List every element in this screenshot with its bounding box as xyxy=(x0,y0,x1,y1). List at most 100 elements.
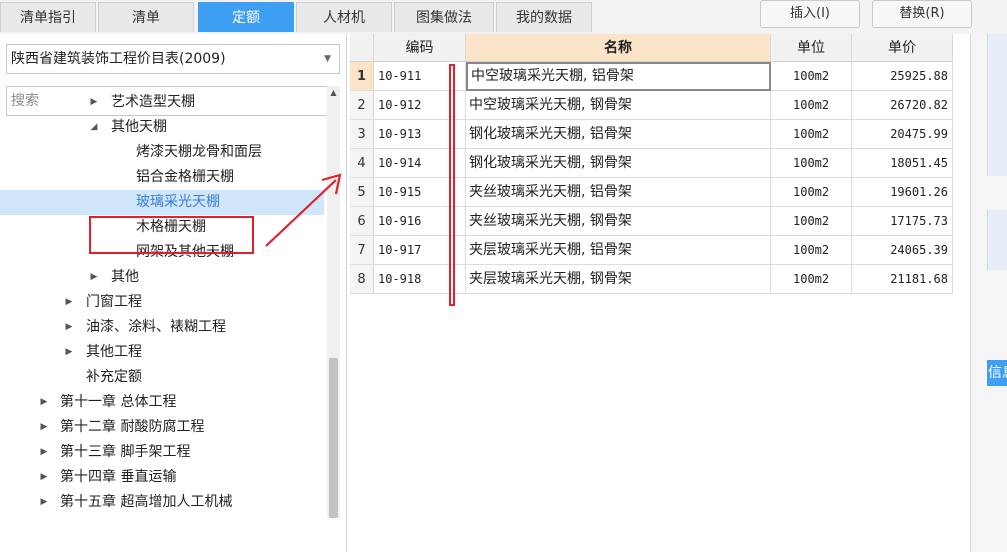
row-number[interactable]: 3 xyxy=(350,120,374,149)
quota-tree: ▶ 艺术造型天棚 ◢ 其他天棚 烤漆天棚龙骨和面层 铝合金格栅天棚 玻璃采光天棚 木格栅天棚网… xyxy=(0,86,328,518)
row-number[interactable]: 7 xyxy=(350,236,374,265)
cell-unit[interactable]: 100m2 xyxy=(771,120,852,149)
cell-unit[interactable]: 100m2 xyxy=(771,265,852,294)
tree-node-label: 其他工程 xyxy=(86,344,142,360)
cell-unit[interactable]: 100m2 xyxy=(771,178,852,207)
tree-node[interactable]: ▶ 第十五章 超高增加人工机械 xyxy=(0,490,324,515)
cell-price[interactable]: 24065.39 xyxy=(852,236,953,265)
cell-price[interactable]: 20475.99 xyxy=(852,120,953,149)
cell-price[interactable]: 17175.73 xyxy=(852,207,953,236)
info-tab[interactable]: 信息 xyxy=(987,360,1007,386)
cell-name[interactable]: 夹层玻璃采光天棚, 钢骨架 xyxy=(466,265,771,294)
right-side-panel: 信息 xyxy=(970,34,1007,552)
collapsed-arrow-icon[interactable]: ▶ xyxy=(38,415,50,440)
tree-node[interactable]: ▶ 油漆、涂料、裱糊工程 xyxy=(0,315,324,340)
cell-unit[interactable]: 100m2 xyxy=(771,62,852,91)
cell-name[interactable]: 中空玻璃采光天棚, 钢骨架 xyxy=(466,91,771,120)
row-number[interactable]: 1 xyxy=(350,62,374,91)
replace-button[interactable]: 替换(R) xyxy=(872,0,972,28)
annotation-highlight-bar xyxy=(449,64,455,306)
row-number[interactable]: 6 xyxy=(350,207,374,236)
side-panel-region xyxy=(987,34,1007,176)
tab-quota[interactable]: 定额 xyxy=(198,2,294,32)
tree-node-label: 其他天棚 xyxy=(111,119,167,135)
tree-node[interactable]: ▶ 第十二章 耐酸防腐工程 xyxy=(0,415,324,440)
tree-node-label: 艺术造型天棚 xyxy=(111,94,195,110)
cell-price[interactable]: 19601.26 xyxy=(852,178,953,207)
cell-unit[interactable]: 100m2 xyxy=(771,236,852,265)
collapsed-arrow-icon[interactable]: ▶ xyxy=(38,490,50,515)
column-header-price[interactable]: 单价 xyxy=(852,34,953,62)
tree-node[interactable]: ▶ 其他 xyxy=(0,265,324,290)
tree-node[interactable]: ▶ 艺术造型天棚 xyxy=(0,90,324,115)
tree-node[interactable]: ▶ 第十四章 垂直运输 xyxy=(0,465,324,490)
column-header-code[interactable]: 编码 xyxy=(374,34,466,62)
library-select[interactable]: 陕西省建筑装饰工程价目表(2009) ▼ xyxy=(6,44,340,74)
cell-name[interactable]: 钢化玻璃采光天棚, 钢骨架 xyxy=(466,149,771,178)
library-select-value: 陕西省建筑装饰工程价目表(2009) xyxy=(11,51,226,67)
cell-unit[interactable]: 100m2 xyxy=(771,91,852,120)
chevron-down-icon[interactable]: ▼ xyxy=(324,45,331,73)
collapsed-arrow-icon[interactable]: ▶ xyxy=(38,390,50,415)
collapsed-arrow-icon[interactable]: ▶ xyxy=(38,440,50,465)
row-number[interactable]: 5 xyxy=(350,178,374,207)
collapsed-arrow-icon[interactable]: ▶ xyxy=(88,90,100,115)
row-number-header xyxy=(350,34,374,62)
cell-price[interactable]: 26720.82 xyxy=(852,91,953,120)
expanded-arrow-icon[interactable]: ◢ xyxy=(88,115,100,140)
tab-my-data[interactable]: 我的数据 xyxy=(496,2,592,32)
tree-node-label: 第十一章 总体工程 xyxy=(60,394,177,410)
tree-node[interactable]: ▶ 第十三章 脚手架工程 xyxy=(0,440,324,465)
collapsed-arrow-icon[interactable]: ▶ xyxy=(63,315,75,340)
cell-name[interactable]: 夹丝玻璃采光天棚, 铝骨架 xyxy=(466,178,771,207)
cell-price[interactable]: 21181.68 xyxy=(852,265,953,294)
tree-node-label: 其他 xyxy=(111,269,139,285)
row-number[interactable]: 8 xyxy=(350,265,374,294)
tab-atlas[interactable]: 图集做法 xyxy=(394,2,494,32)
side-panel-region xyxy=(987,210,1007,270)
cell-name[interactable]: 钢化玻璃采光天棚, 铝骨架 xyxy=(466,120,771,149)
tree-node[interactable]: ▶ 第十一章 总体工程 xyxy=(0,390,324,415)
row-number[interactable]: 2 xyxy=(350,91,374,120)
quota-grid: 编码 名称 单位 单价 1 10-911 中空玻璃采光天棚, 铝骨架 100m2 259… xyxy=(350,34,970,552)
cell-name[interactable]: 夹丝玻璃采光天棚, 钢骨架 xyxy=(466,207,771,236)
cell-name[interactable]: 中空玻璃采光天棚, 铝骨架 xyxy=(466,62,771,91)
scroll-up-icon[interactable]: ▲ xyxy=(327,86,340,100)
column-header-unit[interactable]: 单位 xyxy=(771,34,852,62)
tree-node[interactable]: ▶ 其他工程 xyxy=(0,340,324,365)
tree-node-label: 烤漆天棚龙骨和面层 xyxy=(136,144,262,160)
tree-node-label: 第十五章 超高增加人工机械 xyxy=(60,494,233,510)
cell-price[interactable]: 25925.88 xyxy=(852,62,953,91)
tree-node[interactable]: ▶ 门窗工程 xyxy=(0,290,324,315)
cell-unit[interactable]: 100m2 xyxy=(771,149,852,178)
cell-name[interactable]: 夹层玻璃采光天棚, 铝骨架 xyxy=(466,236,771,265)
tree-node[interactable]: 玻璃采光天棚 xyxy=(0,190,324,215)
tree-node-label: 门窗工程 xyxy=(86,294,142,310)
cell-unit[interactable]: 100m2 xyxy=(771,207,852,236)
collapsed-arrow-icon[interactable]: ▶ xyxy=(38,465,50,490)
tab-guide[interactable]: 清单指引 xyxy=(0,2,96,32)
tree-node-label: 补充定额 xyxy=(86,369,142,385)
tab-materials[interactable]: 人材机 xyxy=(296,2,392,32)
tree-node-label: 第十二章 耐酸防腐工程 xyxy=(60,419,205,435)
row-number[interactable]: 4 xyxy=(350,149,374,178)
tree-node[interactable]: ◢ 其他天棚 xyxy=(0,115,324,140)
tree-node-label: 第十三章 脚手架工程 xyxy=(60,444,191,460)
collapsed-arrow-icon[interactable]: ▶ xyxy=(88,265,100,290)
tab-bill[interactable]: 清单 xyxy=(98,2,194,32)
annotation-highlight-box xyxy=(89,216,254,254)
insert-button[interactable]: 插入(I) xyxy=(760,0,860,28)
tree-node-label: 铝合金格栅天棚 xyxy=(136,169,234,185)
tree-node[interactable]: 烤漆天棚龙骨和面层 xyxy=(0,140,324,165)
tree-node[interactable]: 铝合金格栅天棚 xyxy=(0,165,324,190)
column-header-name[interactable]: 名称 xyxy=(466,34,771,62)
collapsed-arrow-icon[interactable]: ▶ xyxy=(63,340,75,365)
collapsed-arrow-icon[interactable]: ▶ xyxy=(63,290,75,315)
tree-node[interactable]: 补充定额 xyxy=(0,365,324,390)
tree-node-label: 玻璃采光天棚 xyxy=(136,194,220,210)
tree-node-label: 油漆、涂料、裱糊工程 xyxy=(86,319,226,335)
tab-bar: 清单指引 清单 定额 人材机 图集做法 我的数据 插入(I) 替换(R) xyxy=(0,0,1007,34)
scrollbar-thumb[interactable] xyxy=(329,358,338,518)
tree-scrollbar[interactable]: ▲ xyxy=(327,86,340,518)
cell-price[interactable]: 18051.45 xyxy=(852,149,953,178)
